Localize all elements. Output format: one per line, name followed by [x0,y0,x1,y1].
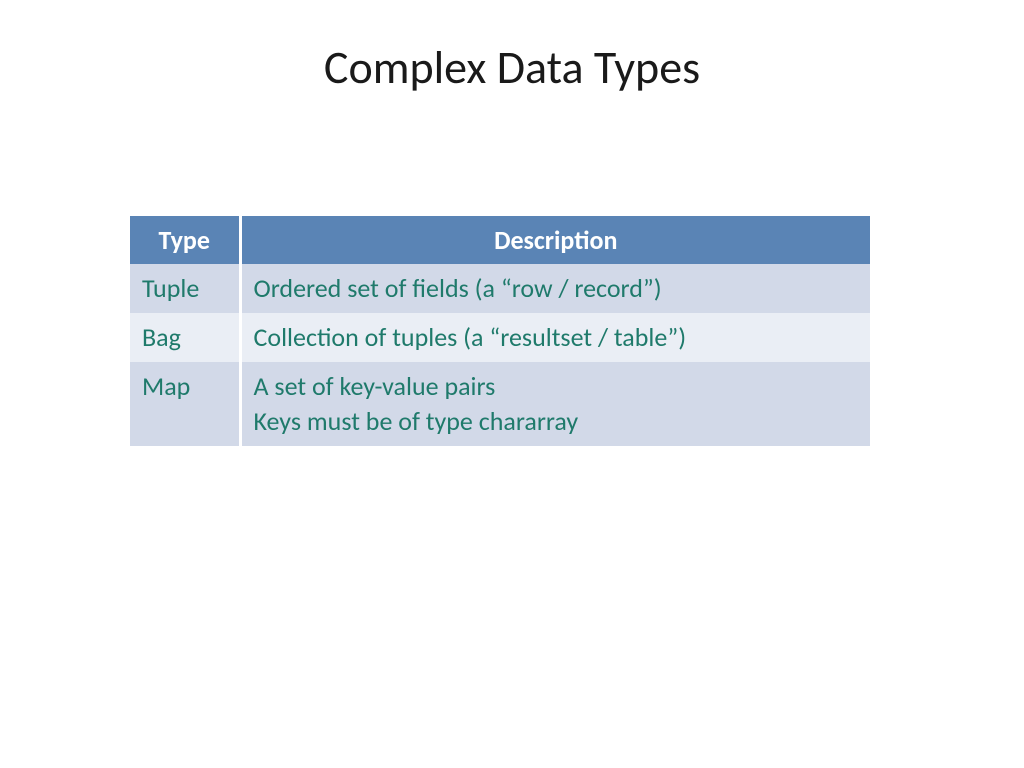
page-title: Complex Data Types [0,40,1024,96]
table-header-row: Type Description [130,216,870,264]
table-container: Type Description Tuple Ordered set of fi… [130,216,870,446]
slide: Complex Data Types Type Description Tupl… [0,0,1024,768]
cell-description: Collection of tuples (a “resultset / tab… [240,313,870,362]
table-row: Bag Collection of tuples (a “resultset /… [130,313,870,362]
header-type: Type [130,216,240,264]
cell-description: A set of key-value pairsKeys must be of … [240,362,870,446]
header-description: Description [240,216,870,264]
data-types-table: Type Description Tuple Ordered set of fi… [130,216,870,446]
table-row: Map A set of key-value pairsKeys must be… [130,362,870,446]
table-row: Tuple Ordered set of fields (a “row / re… [130,264,870,313]
cell-type: Bag [130,313,240,362]
cell-type: Map [130,362,240,446]
cell-description: Ordered set of fields (a “row / record”) [240,264,870,313]
cell-type: Tuple [130,264,240,313]
